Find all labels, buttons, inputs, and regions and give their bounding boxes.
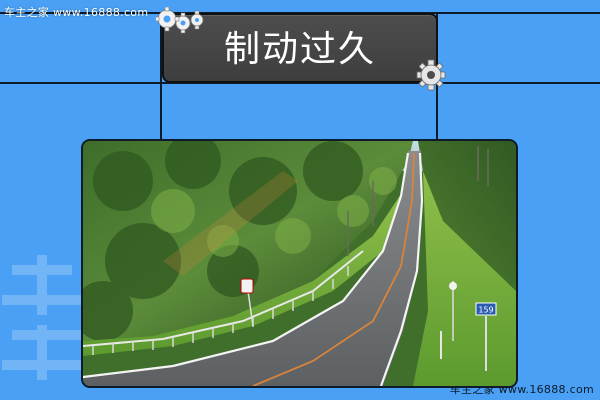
watermark-logo [2, 255, 87, 380]
gear-icon [416, 59, 446, 91]
road-sign-number: 159 [478, 306, 493, 315]
watermark-top: 车主之家 www.16888.com [4, 6, 149, 19]
road-scene: 159 [83, 141, 516, 386]
road-photo: 159 [81, 139, 518, 388]
gears-icon [156, 7, 204, 34]
page-title: 制动过久 [223, 29, 376, 70]
